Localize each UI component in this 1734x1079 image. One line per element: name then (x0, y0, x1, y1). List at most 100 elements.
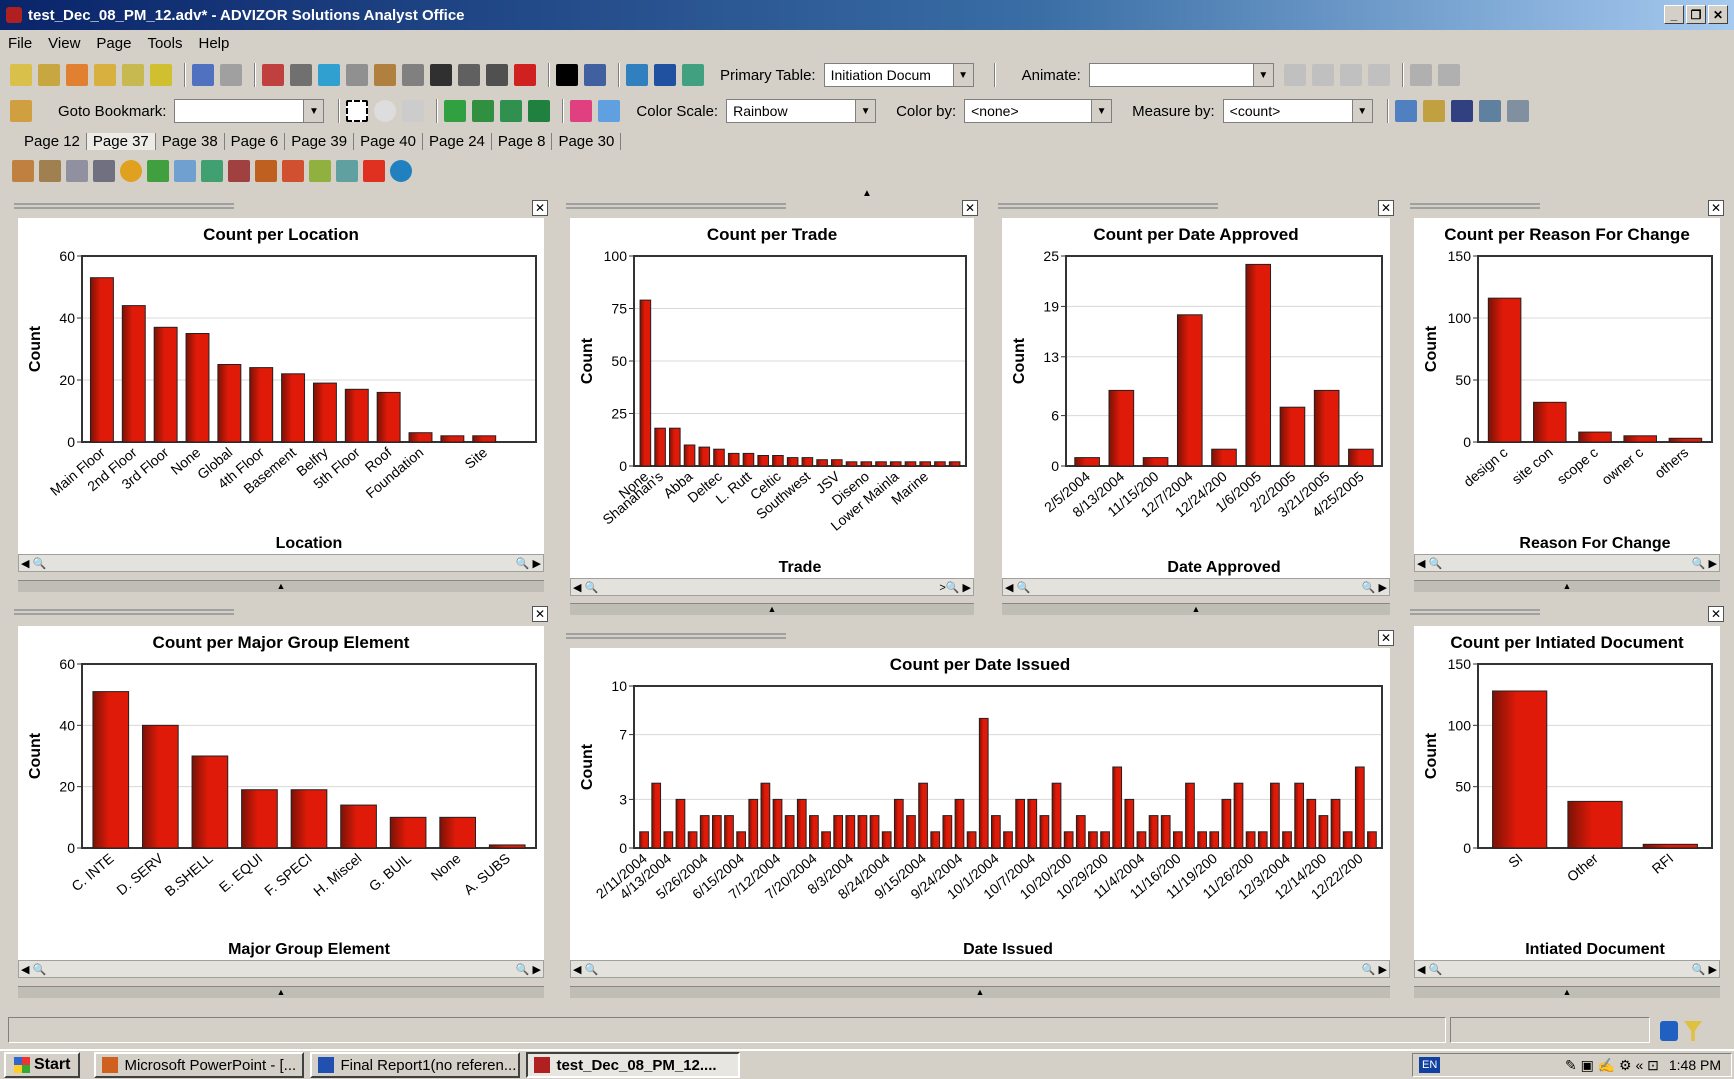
rectangle-select-icon[interactable] (346, 100, 369, 122)
horizontal-scrollbar[interactable]: ◀ 🔍 🔍 ▶ (570, 960, 1390, 978)
replace-selection-icon[interactable] (444, 100, 467, 122)
funnel-icon[interactable] (1684, 1021, 1702, 1041)
expand-panel-icon[interactable]: ▲ (570, 986, 1390, 998)
play-icon[interactable] (1283, 64, 1306, 86)
language-indicator[interactable]: EN (1419, 1057, 1441, 1073)
animate-select[interactable]: ▼ (1088, 63, 1274, 87)
subtract-selection-icon[interactable] (500, 100, 523, 122)
horizontal-scrollbar[interactable]: ◀ 🔍 🔍 ▶ (1414, 554, 1720, 572)
funnel-icon[interactable] (402, 64, 424, 86)
list-icon[interactable] (486, 64, 508, 86)
taskbar-item-advizor[interactable]: test_Dec_08_PM_12.... (526, 1052, 741, 1078)
network-icon[interactable] (309, 160, 331, 182)
color-swatch-icon[interactable] (556, 64, 578, 86)
globe-icon[interactable] (390, 160, 412, 182)
pivot-icon[interactable] (290, 64, 312, 86)
major-group-element-chart[interactable]: Count per Major Group Element Count Major … (18, 626, 544, 960)
undo-icon[interactable] (192, 64, 214, 86)
tab-page-8[interactable]: Page 8 (492, 132, 553, 150)
menu-page[interactable]: Page (96, 35, 131, 52)
bookmark-select[interactable]: ▼ (174, 99, 325, 123)
initiated-document-chart[interactable]: Count per Intiated Document Count Intiated… (1414, 626, 1720, 960)
horizontal-scrollbar[interactable]: ◀ 🔍 🔍 ▶ (1414, 960, 1720, 978)
help-icon[interactable] (514, 64, 536, 86)
tab-page-37[interactable]: Page 37 (86, 132, 156, 150)
refresh-icon[interactable] (682, 64, 704, 86)
tab-page-6[interactable]: Page 6 (225, 132, 286, 150)
horizontal-scrollbar[interactable]: ◀ 🔍 🔍 ▶ (1002, 578, 1390, 596)
area-plot-icon[interactable] (201, 160, 223, 182)
add-selection-icon[interactable] (472, 100, 495, 122)
close-icon[interactable]: ✕ (1378, 200, 1394, 216)
redo-icon[interactable] (220, 64, 242, 86)
measure-by-select[interactable]: <count> ▼ (1222, 99, 1373, 123)
eraser-icon[interactable] (584, 64, 606, 86)
parabox-icon[interactable] (66, 64, 88, 86)
document-icon[interactable] (654, 64, 676, 86)
stop-icon[interactable] (1311, 64, 1334, 86)
tab-page-38[interactable]: Page 38 (156, 132, 225, 150)
expand-panel-icon[interactable]: ▲ (570, 603, 974, 615)
bar-chart-icon[interactable] (10, 64, 32, 86)
area-chart-icon[interactable] (122, 64, 144, 86)
expand-panel-icon[interactable]: ▲ (18, 986, 544, 998)
close-icon[interactable]: ✕ (962, 200, 978, 216)
date-approved-chart[interactable]: Count per Date Approved Count Date Approve… (1002, 218, 1390, 578)
expand-panel-icon[interactable]: ▲ (1414, 580, 1720, 592)
horizontal-scrollbar[interactable]: ◀ 🔍 🔍 ▶ (18, 554, 544, 572)
rewind-icon[interactable] (1339, 64, 1362, 86)
histogram-icon[interactable] (38, 64, 60, 86)
primary-table-select[interactable]: Initiation Docum ▼ (823, 63, 974, 87)
export-icon[interactable] (626, 64, 648, 86)
taskbar-item-word[interactable]: Final Report1(no referen... (310, 1052, 521, 1078)
trade-chart[interactable]: Count per TradeCountTrade0255075100NoneS… (570, 218, 974, 578)
form-view-icon[interactable] (12, 160, 34, 182)
menu-tools[interactable]: Tools (147, 35, 182, 52)
rainbow-icon[interactable] (318, 64, 340, 86)
tools-icon[interactable] (458, 64, 480, 86)
column-chart-icon[interactable] (150, 64, 172, 86)
menu-view[interactable]: View (48, 35, 80, 52)
date-issued-chart[interactable]: Count per Date Issued Count Date Issued 0 3 7… (570, 648, 1390, 960)
menu-help[interactable]: Help (199, 35, 230, 52)
minimize-button[interactable]: _ (1664, 5, 1684, 24)
text-list-icon[interactable] (93, 160, 115, 182)
window-icon[interactable] (1506, 100, 1529, 122)
menu-file[interactable]: File (8, 35, 32, 52)
close-icon[interactable]: ✕ (1708, 606, 1724, 622)
line-plot-icon[interactable] (174, 160, 196, 182)
tag-icon[interactable] (374, 64, 396, 86)
tab-page-24[interactable]: Page 24 (423, 132, 492, 150)
close-icon[interactable]: ✕ (532, 200, 548, 216)
treemap-icon[interactable] (363, 160, 385, 182)
bar-group-icon[interactable] (255, 160, 277, 182)
expand-panel-icon[interactable]: ▲ (1414, 986, 1720, 998)
minus-icon[interactable] (1437, 64, 1460, 86)
expand-panel-icon[interactable]: ▲ (1002, 603, 1390, 615)
tab-page-39[interactable]: Page 39 (285, 132, 355, 150)
skip-end-icon[interactable] (1367, 64, 1390, 86)
tab-page-40[interactable]: Page 40 (354, 132, 423, 150)
horizontal-scrollbar[interactable]: ◀ 🔍 >🔍 ▶ (570, 578, 974, 596)
close-icon[interactable]: ✕ (1708, 200, 1724, 216)
line-chart-icon[interactable] (94, 64, 116, 86)
save-icon[interactable] (1450, 100, 1473, 122)
lasso-select-icon[interactable] (402, 100, 425, 122)
heatmap-icon[interactable] (336, 160, 358, 182)
taskbar-item-powerpoint[interactable]: Microsoft PowerPoint - [... (94, 1052, 305, 1078)
close-icon[interactable]: ✕ (532, 606, 548, 622)
exclude-icon[interactable] (430, 64, 452, 86)
open-folder-icon[interactable] (1422, 100, 1445, 122)
color-scale-select[interactable]: Rainbow ▼ (726, 99, 877, 123)
properties-icon[interactable] (1394, 100, 1417, 122)
expand-panel-icon[interactable]: ▲ (18, 580, 544, 592)
intersect-selection-icon[interactable] (528, 100, 551, 122)
tray-icons[interactable]: ✎ ▣ ✍ ⚙ « ⊡ (1565, 1057, 1659, 1074)
restore-button[interactable]: ❐ (1686, 5, 1706, 24)
bookmark-icon[interactable] (10, 100, 32, 122)
plus-icon[interactable] (1409, 64, 1432, 86)
close-window-button[interactable]: ✕ (1708, 5, 1728, 24)
close-icon[interactable]: ✕ (1378, 630, 1394, 646)
color-by-select[interactable]: <none> ▼ (964, 99, 1113, 123)
database-icon[interactable] (1660, 1021, 1678, 1041)
